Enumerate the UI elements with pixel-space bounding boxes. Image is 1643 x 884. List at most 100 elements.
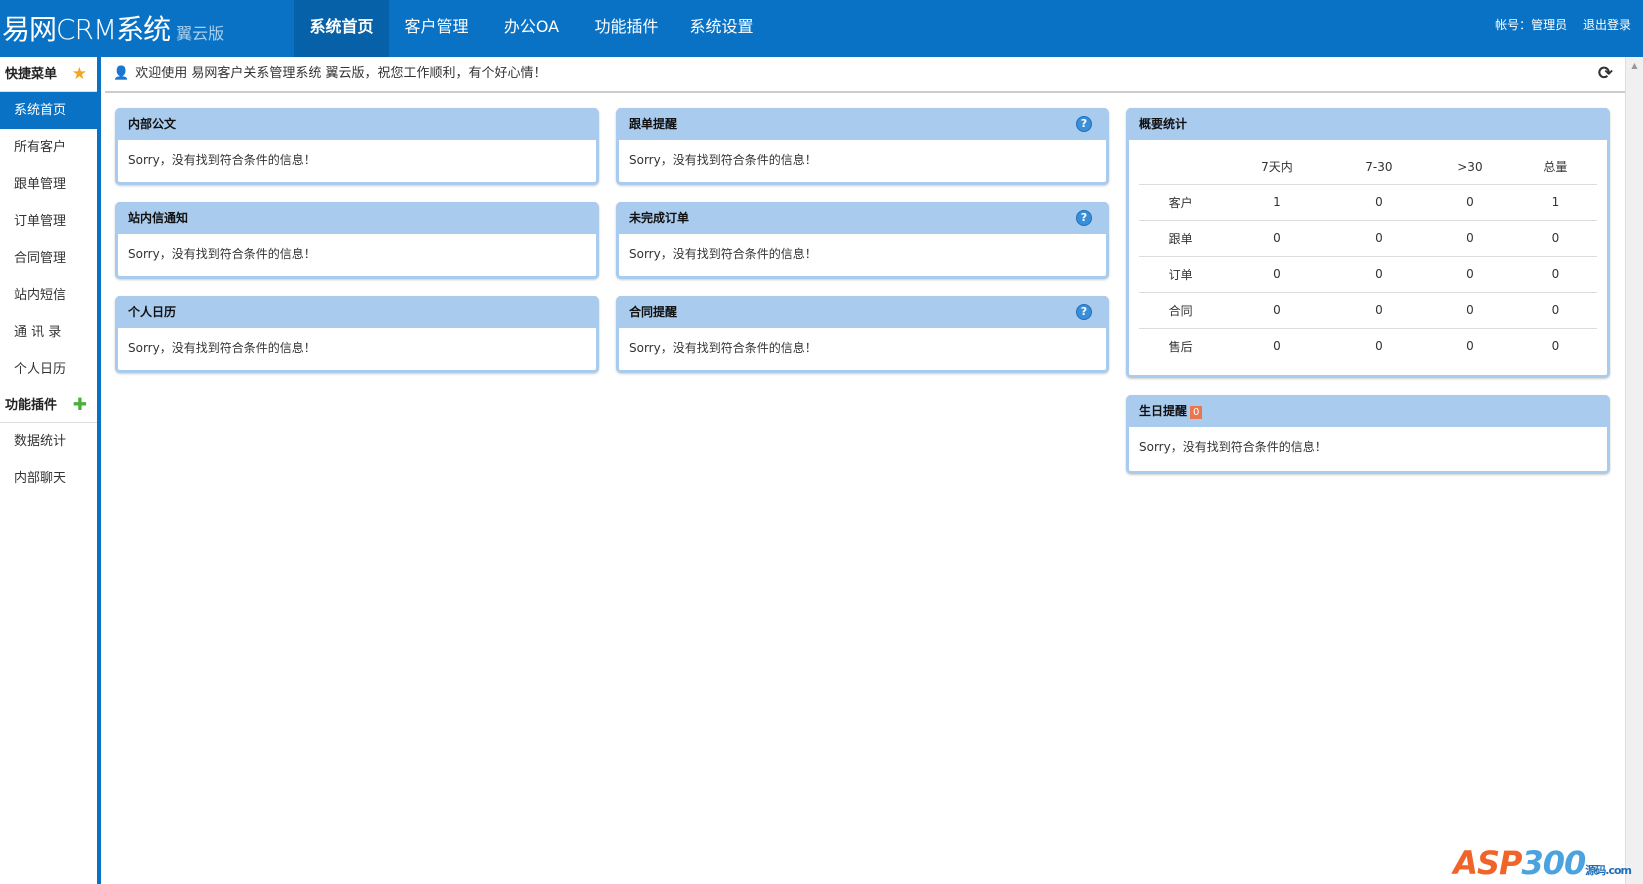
empty-message: Sorry，没有找到符合条件的信息！ — [629, 341, 817, 355]
count-badge: 0 — [1190, 406, 1203, 419]
watermark-logo: ASP300源码.com — [1453, 844, 1632, 882]
panel-birthday-reminder: 生日提醒 0 Sorry，没有找到符合条件的信息！ — [1126, 395, 1610, 474]
empty-message: Sorry，没有找到符合条件的信息！ — [128, 341, 316, 355]
sidebar-item-chat[interactable]: 内部聊天 — [0, 460, 97, 497]
column-header: 总量 — [1513, 150, 1597, 185]
help-icon[interactable]: ? — [1076, 116, 1092, 132]
row-label: 售后 — [1168, 339, 1193, 354]
stat-cell: 0 — [1331, 220, 1427, 257]
scrollbar[interactable]: ▲ — [1625, 57, 1643, 884]
user-icon: 👤 — [113, 66, 130, 81]
stats-table: 7天内 7-30 >30 总量 客户 1 0 0 1 跟单 0 0 0 0 订单 0 0 0 0 合同 0 0 0 0… — [1139, 150, 1597, 364]
edition-label: 翼云版 — [176, 24, 225, 43]
table-row: 售后 0 0 0 0 — [1139, 328, 1597, 364]
stat-cell: 0 — [1222, 256, 1332, 293]
panel-calendar: 个人日历 Sorry，没有找到符合条件的信息！ — [115, 296, 599, 373]
column-header: 7-30 — [1331, 150, 1427, 185]
panel-documents: 内部公文 Sorry，没有找到符合条件的信息！ — [115, 108, 599, 185]
sidebar-item-calendar[interactable]: 个人日历 — [0, 351, 97, 388]
stat-cell: 0 — [1513, 220, 1597, 257]
panel-title: 合同提醒 — [629, 305, 678, 319]
refresh-icon[interactable]: ⟳ — [1598, 57, 1613, 91]
panel-title: 概要统计 — [1129, 108, 1607, 140]
help-icon[interactable]: ? — [1076, 210, 1092, 226]
row-label: 合同 — [1139, 292, 1223, 329]
plugins-header: 功能插件 ✚ — [0, 388, 97, 423]
sidebar-item-all-customers[interactable]: 所有客户 — [0, 129, 97, 166]
sidebar-item-contacts[interactable]: 通 讯 录 — [0, 314, 97, 351]
stat-cell: 0 — [1331, 256, 1427, 293]
stat-cell: 0 — [1426, 292, 1514, 329]
panel-followup-reminder: 跟单提醒? Sorry，没有找到符合条件的信息！ — [616, 108, 1109, 185]
stat-cell: 0 — [1331, 184, 1427, 221]
row-label: 订单 — [1139, 256, 1223, 293]
tab-customers[interactable]: 客户管理 — [389, 0, 484, 57]
stat-cell: 0 — [1551, 339, 1560, 354]
empty-message: Sorry，没有找到符合条件的信息！ — [128, 153, 316, 167]
corner-cell — [1139, 150, 1223, 185]
tab-office-oa[interactable]: 办公OA — [484, 0, 579, 57]
stat-cell: 0 — [1513, 256, 1597, 293]
plugins-title: 功能插件 — [5, 398, 58, 413]
panel-title: 站内信通知 — [118, 202, 596, 234]
table-row: 跟单 0 0 0 0 — [1139, 220, 1597, 257]
row-label: 客户 — [1139, 184, 1223, 221]
sidebar-item-home[interactable]: 系统首页 — [0, 92, 97, 129]
panel-header: 合同提醒? — [619, 296, 1106, 328]
tab-home[interactable]: 系统首页 — [294, 0, 389, 57]
column-header: >30 — [1426, 150, 1514, 185]
logo-text: 易网CRM系统 — [2, 13, 171, 46]
table-header-row: 7天内 7-30 >30 总量 — [1139, 150, 1597, 185]
logo: 易网CRM系统 翼云版 — [2, 8, 224, 48]
logout-link[interactable]: 退出登录 — [1583, 18, 1631, 32]
star-icon: ★ — [71, 64, 87, 84]
stat-cell: 0 — [1222, 220, 1332, 257]
stat-cell: 0 — [1513, 292, 1597, 329]
top-header: 易网CRM系统 翼云版 系统首页 客户管理 办公OA 功能插件 系统设置 帐号：管… — [0, 0, 1643, 57]
empty-message: Sorry，没有找到符合条件的信息！ — [629, 153, 817, 167]
stat-cell: 0 — [1273, 339, 1281, 354]
sidebar-item-orders[interactable]: 订单管理 — [0, 203, 97, 240]
stat-cell: 0 — [1222, 292, 1332, 329]
stat-cell: 0 — [1426, 220, 1514, 257]
account-link[interactable]: 帐号：管理员 — [1495, 18, 1567, 32]
panel-contract-reminder: 合同提醒? Sorry，没有找到符合条件的信息！ — [616, 296, 1109, 373]
sidebar-item-statistics[interactable]: 数据统计 — [0, 423, 97, 460]
panel-summary-stats: 概要统计 7天内 7-30 >30 总量 客户 1 0 0 1 跟单 0 0 0 0 订单 0 0 0 0 合… — [1126, 108, 1610, 378]
empty-message: Sorry，没有找到符合条件的信息！ — [128, 247, 316, 261]
panel-title: 内部公文 — [118, 108, 596, 140]
panel-header: 跟单提醒? — [619, 108, 1106, 140]
account-area: 帐号：管理员 退出登录 — [1483, 16, 1631, 33]
panel-title: 跟单提醒 — [629, 117, 678, 131]
panel-header: 未完成订单? — [619, 202, 1106, 234]
tab-plugins[interactable]: 功能插件 — [579, 0, 674, 57]
column-header: 7天内 — [1222, 150, 1332, 185]
panel-pending-orders: 未完成订单? Sorry，没有找到符合条件的信息！ — [616, 202, 1109, 279]
stat-cell: 0 — [1426, 256, 1514, 293]
stat-cell: 1 — [1222, 184, 1332, 221]
scroll-up-arrow-icon[interactable]: ▲ — [1626, 61, 1643, 70]
stat-cell: 0 — [1375, 339, 1383, 354]
sidebar-item-followups[interactable]: 跟单管理 — [0, 166, 97, 203]
panel-header: 生日提醒 0 — [1129, 395, 1607, 427]
stat-cell: 0 — [1426, 184, 1514, 221]
quick-menu-title: 快捷菜单 — [5, 67, 58, 82]
sidebar-item-messages[interactable]: 站内短信 — [0, 277, 97, 314]
sidebar-item-contracts[interactable]: 合同管理 — [0, 240, 97, 277]
panel-notifications: 站内信通知 Sorry，没有找到符合条件的信息！ — [115, 202, 599, 279]
help-icon[interactable]: ? — [1076, 304, 1092, 320]
table-row: 客户 1 0 0 1 — [1139, 184, 1597, 221]
main-nav: 系统首页 客户管理 办公OA 功能插件 系统设置 — [294, 0, 769, 57]
table-row: 订单 0 0 0 0 — [1139, 256, 1597, 293]
stat-cell: 1 — [1513, 184, 1597, 221]
tab-settings[interactable]: 系统设置 — [674, 0, 769, 57]
welcome-text: 欢迎使用 易网客户关系管理系统 翼云版，祝您工作顺利，有个好心情！ — [135, 66, 547, 81]
quick-menu-header: 快捷菜单 ★ — [0, 57, 97, 92]
puzzle-icon: ✚ — [72, 395, 87, 415]
panel-title: 生日提醒 — [1139, 404, 1188, 418]
stat-cell: 0 — [1466, 339, 1474, 354]
panel-title: 个人日历 — [118, 296, 596, 328]
sidebar: 快捷菜单 ★ 系统首页 所有客户 跟单管理 订单管理 合同管理 站内短信 通 讯 … — [0, 57, 101, 884]
empty-message: Sorry，没有找到符合条件的信息！ — [1139, 440, 1327, 454]
welcome-bar: 👤 欢迎使用 易网客户关系管理系统 翼云版，祝您工作顺利，有个好心情！ ⟳ — [105, 57, 1625, 93]
